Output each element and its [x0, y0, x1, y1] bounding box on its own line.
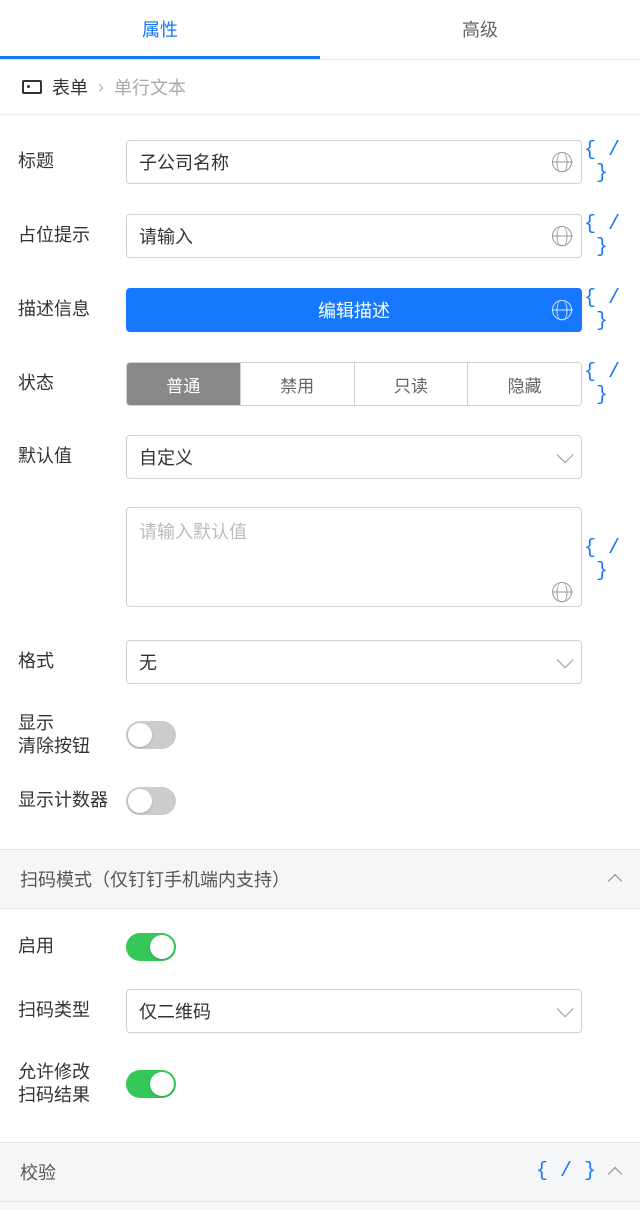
expression-button[interactable]: { / } — [582, 213, 622, 259]
section-validation[interactable]: 校验 { / } — [0, 1142, 640, 1202]
expression-button[interactable]: { / } — [536, 1160, 596, 1183]
show-clear-switch[interactable] — [126, 721, 176, 749]
label-allow-edit: 允许修改 扫码结果 — [18, 1061, 126, 1108]
scan-type-select[interactable]: 仅二维码 — [126, 989, 582, 1033]
globe-icon[interactable] — [552, 582, 572, 602]
breadcrumb: 表单 › 单行文本 — [0, 60, 640, 115]
globe-icon[interactable] — [552, 152, 572, 172]
edit-description-button[interactable]: 编辑描述 — [126, 288, 582, 332]
status-normal[interactable]: 普通 — [127, 363, 240, 405]
label-enable: 启用 — [18, 935, 126, 958]
crumb-current: 单行文本 — [114, 74, 186, 100]
label-scan-type: 扫码类型 — [18, 999, 126, 1022]
chevron-right-icon: › — [98, 77, 104, 98]
chevron-up-icon — [608, 874, 622, 888]
label-status: 状态 — [18, 372, 126, 395]
default-value-textarea[interactable] — [126, 507, 582, 607]
title-input[interactable] — [126, 140, 582, 184]
chevron-down-icon — [557, 446, 574, 463]
chevron-up-icon — [608, 1166, 622, 1180]
globe-icon[interactable] — [552, 226, 572, 246]
chevron-down-icon — [557, 1000, 574, 1017]
expression-button[interactable]: { / } — [582, 287, 622, 333]
status-segmented: 普通 禁用 只读 隐藏 — [126, 362, 582, 406]
tab-attributes[interactable]: 属性 — [0, 0, 320, 59]
label-format: 格式 — [18, 650, 126, 673]
expression-button[interactable]: { / } — [582, 537, 622, 583]
label-title: 标题 — [18, 150, 126, 173]
globe-icon[interactable] — [552, 300, 572, 320]
status-readonly[interactable]: 只读 — [354, 363, 468, 405]
form-icon — [22, 80, 42, 94]
format-select[interactable]: 无 — [126, 640, 582, 684]
show-counter-switch[interactable] — [126, 787, 176, 815]
status-hidden[interactable]: 隐藏 — [467, 363, 581, 405]
label-show-clear: 显示 清除按钮 — [18, 712, 126, 759]
enable-switch[interactable] — [126, 933, 176, 961]
tab-advanced[interactable]: 高级 — [320, 0, 640, 59]
label-placeholder: 占位提示 — [18, 224, 126, 247]
label-show-counter: 显示计数器 — [18, 789, 126, 812]
section-scan-mode[interactable]: 扫码模式（仅钉钉手机端内支持） — [0, 849, 640, 909]
label-description: 描述信息 — [18, 298, 126, 321]
default-select[interactable]: 自定义 — [126, 435, 582, 479]
expression-button[interactable]: { / } — [582, 361, 622, 407]
label-default: 默认值 — [18, 445, 126, 468]
expression-button[interactable]: { / } — [582, 139, 622, 185]
placeholder-input[interactable] — [126, 214, 582, 258]
chevron-down-icon — [557, 651, 574, 668]
crumb-form[interactable]: 表单 — [52, 74, 88, 100]
status-disabled[interactable]: 禁用 — [240, 363, 354, 405]
